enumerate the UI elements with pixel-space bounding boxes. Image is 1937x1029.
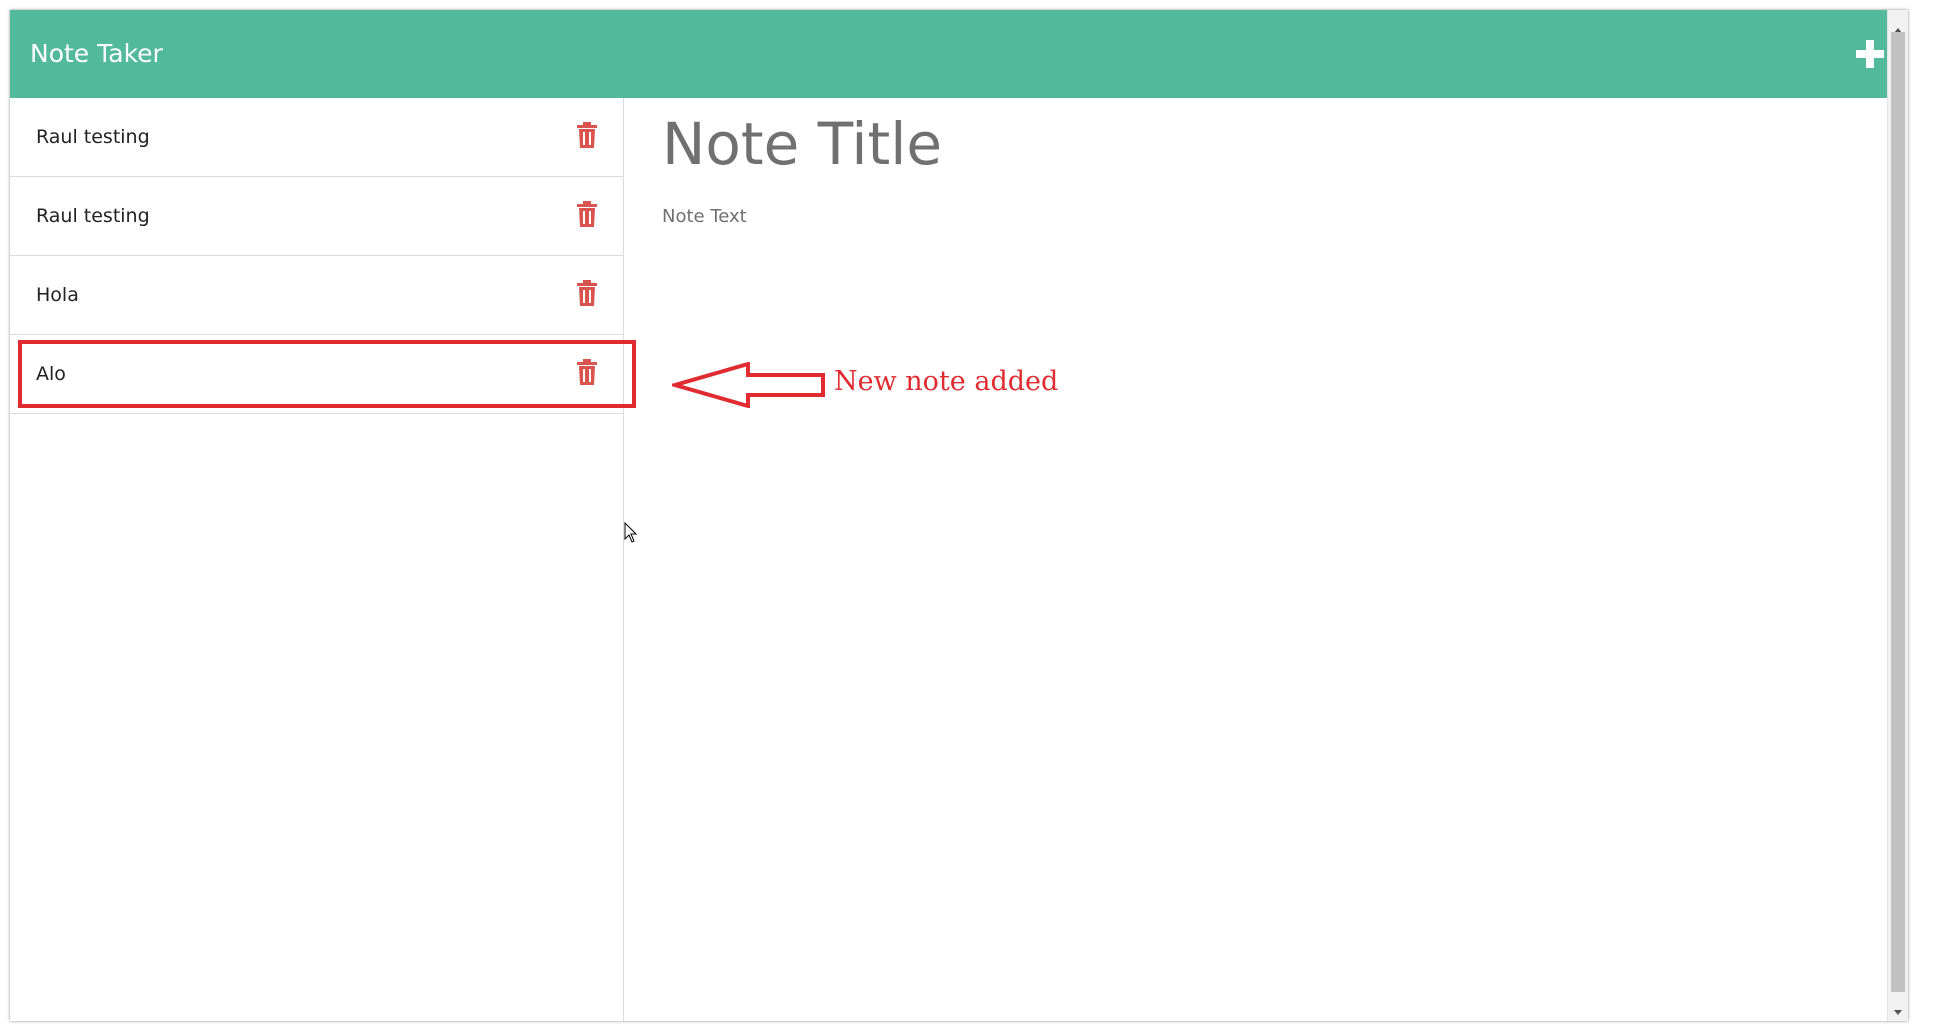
note-list-panel: Raul testing Raul testing Hola Alo xyxy=(10,98,624,1021)
plus-icon xyxy=(1856,40,1884,68)
trash-icon[interactable] xyxy=(576,280,598,306)
app-title[interactable]: Note Taker xyxy=(30,10,163,98)
note-list-item[interactable]: Hola xyxy=(10,256,623,335)
browser-window: Note Taker Raul testing Raul testing Hol… xyxy=(10,10,1908,1021)
vertical-scrollbar[interactable] xyxy=(1887,10,1908,1021)
annotation-label: New note added xyxy=(834,366,1059,397)
note-item-title: Hola xyxy=(36,284,79,306)
scrollbar-thumb[interactable] xyxy=(1891,32,1905,992)
trash-icon[interactable] xyxy=(576,201,598,227)
note-title-input[interactable] xyxy=(662,110,1562,178)
scroll-down-arrow-icon[interactable] xyxy=(1893,1007,1903,1017)
trash-icon[interactable] xyxy=(576,122,598,148)
new-note-highlight-box xyxy=(18,340,636,408)
mouse-cursor-icon xyxy=(624,522,638,543)
navbar: Note Taker xyxy=(10,10,1908,98)
note-item-title: Raul testing xyxy=(36,205,150,227)
note-editor xyxy=(624,98,1888,1021)
note-item-title: Raul testing xyxy=(36,126,150,148)
note-list-item[interactable]: Raul testing xyxy=(10,98,623,177)
note-list-item[interactable]: Raul testing xyxy=(10,177,623,256)
new-note-button[interactable] xyxy=(1854,38,1886,70)
left-arrow-icon xyxy=(672,362,825,408)
